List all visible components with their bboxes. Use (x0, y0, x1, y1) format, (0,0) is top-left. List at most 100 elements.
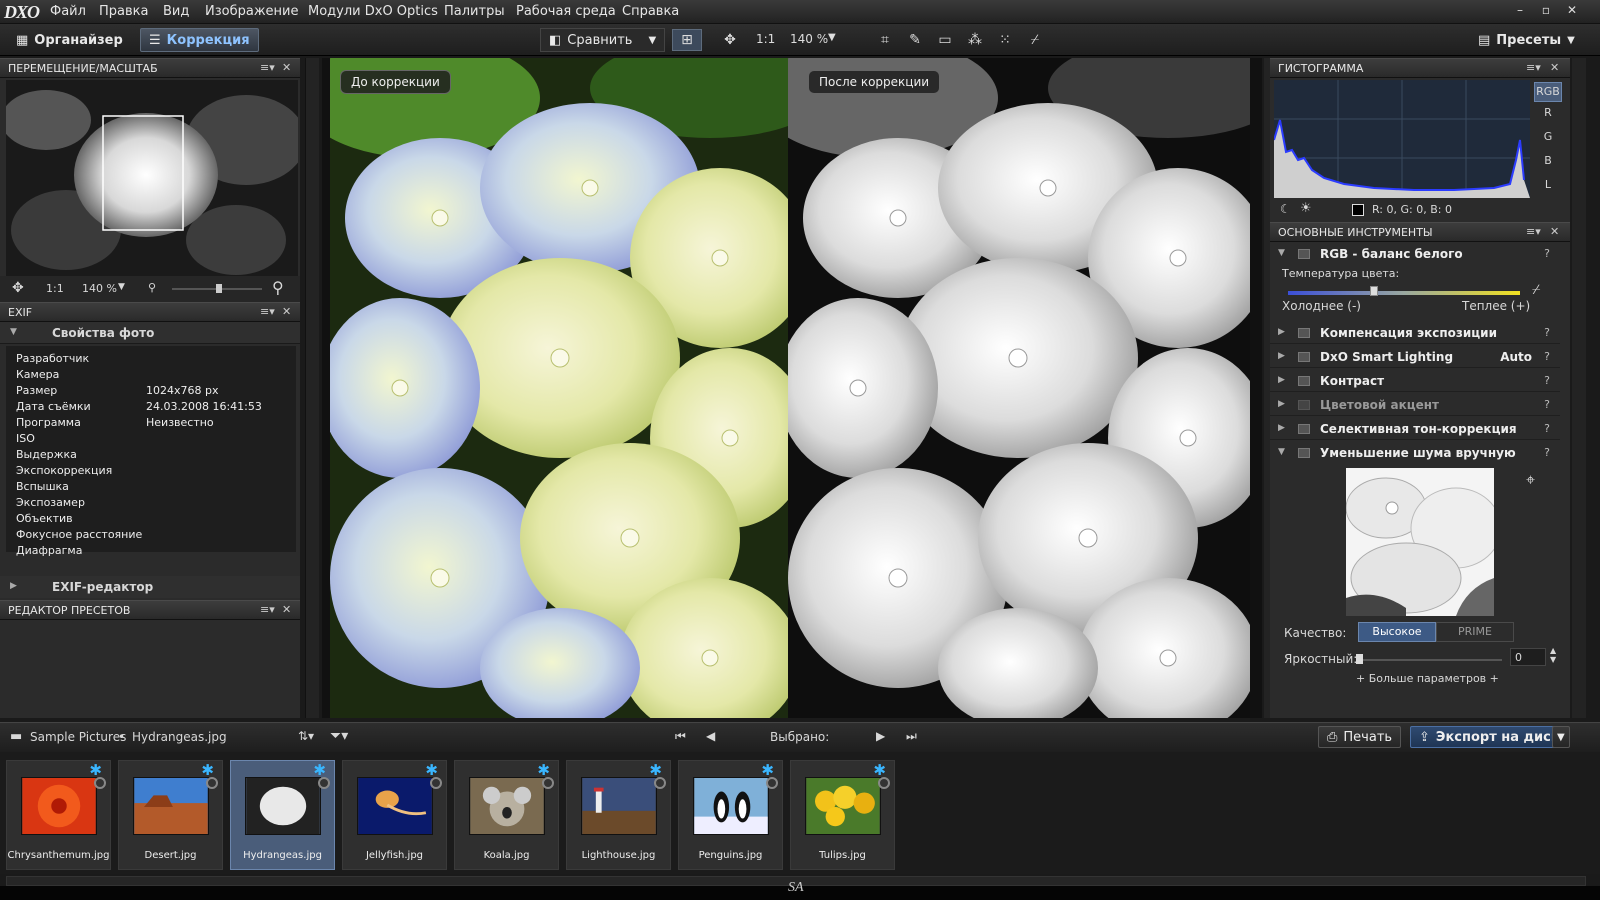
contrast-row[interactable]: ▶ Контраст ? (1270, 370, 1560, 392)
zoom-slider-thumb[interactable] (216, 284, 222, 293)
status-icon[interactable] (206, 777, 218, 789)
print-button[interactable]: ⎙ Печать (1318, 726, 1402, 748)
photo-properties-section[interactable]: ▼ Свойства фото (0, 322, 300, 344)
moon-icon[interactable]: ☾ (1280, 202, 1291, 216)
export-dropdown[interactable]: ▼ (1552, 726, 1570, 748)
close-icon[interactable]: ✕ (282, 603, 291, 616)
thumbnail-item[interactable]: ✱ Lighthouse.jpg (566, 760, 671, 870)
chevron-down-icon[interactable]: ▼ (118, 282, 125, 292)
filter-icon[interactable]: ⏷▾ (330, 728, 348, 744)
eyedropper-icon[interactable]: ⌿ (1532, 282, 1540, 298)
path-folder[interactable]: Sample Pictures (30, 730, 126, 744)
enable-checkbox[interactable] (1298, 376, 1310, 386)
help-icon[interactable]: ? (1544, 374, 1550, 387)
white-balance-row[interactable]: ▼ RGB - баланс белого ? (1270, 243, 1560, 265)
perspective-icon[interactable]: ⁂ (965, 30, 985, 50)
enable-checkbox[interactable] (1298, 424, 1310, 434)
export-button[interactable]: ⇪ Экспорт на диск (1410, 726, 1569, 748)
quality-high-button[interactable]: Высокое (1358, 622, 1436, 642)
selection-icon[interactable]: ⁙ (995, 30, 1015, 50)
menu-workspace[interactable]: Рабочая среда (516, 4, 616, 19)
maximize-button[interactable]: ▫ (1536, 3, 1556, 21)
noise-reduction-row[interactable]: ▼ Уменьшение шума вручную ? (1270, 442, 1560, 464)
status-icon[interactable] (430, 777, 442, 789)
status-icon[interactable] (542, 777, 554, 789)
panel-menu-icon[interactable]: ≡▾ (260, 305, 275, 318)
thumbnail-item[interactable]: ✱ Tulips.jpg (790, 760, 895, 870)
thumbnail-item[interactable]: ✱ Desert.jpg (118, 760, 223, 870)
stepper-icon[interactable]: ▲ ▼ (1550, 646, 1556, 664)
help-icon[interactable]: ? (1544, 247, 1550, 260)
before-image[interactable] (330, 58, 792, 718)
presets-button[interactable]: ▤ Пресеты ▼ (1470, 28, 1583, 52)
status-icon[interactable] (94, 777, 106, 789)
next-icon[interactable]: ▶ (876, 729, 885, 743)
organizer-tab[interactable]: ▦ Органайзер (8, 28, 131, 52)
prev-icon[interactable]: ◀ (706, 729, 715, 743)
status-icon[interactable] (766, 777, 778, 789)
zoom-out-icon[interactable]: ⚲ (148, 281, 156, 294)
close-icon[interactable]: ✕ (1550, 225, 1559, 238)
panel-menu-icon[interactable]: ≡▾ (1526, 225, 1541, 238)
right-panel-scrollbar[interactable] (1572, 58, 1586, 718)
brightness-slider-thumb[interactable] (1356, 654, 1363, 664)
more-parameters-link[interactable]: + Больше параметров + (1356, 672, 1499, 685)
channel-l[interactable]: L (1534, 178, 1562, 191)
thumbnail-item[interactable]: ✱ Chrysanthemum.jpg (6, 760, 111, 870)
help-icon[interactable]: ? (1544, 350, 1550, 363)
selective-tone-row[interactable]: ▶ Селективная тон-коррекция ? (1270, 418, 1560, 440)
brightness-slider[interactable] (1358, 659, 1502, 661)
path-file[interactable]: Hydrangeas.jpg (132, 730, 227, 744)
quality-prime-button[interactable]: PRIME (1436, 622, 1514, 642)
correction-tab[interactable]: ☰ Коррекция (140, 28, 259, 52)
crosshair-icon[interactable]: ⌖ (1526, 470, 1535, 490)
menu-help[interactable]: Справка (622, 4, 679, 19)
menu-palettes[interactable]: Палитры (444, 4, 505, 19)
crop-icon[interactable]: ⌗ (875, 30, 895, 50)
eyedropper-icon[interactable]: ⌿ (1025, 30, 1045, 50)
after-image[interactable] (788, 58, 1250, 718)
help-icon[interactable]: ? (1544, 398, 1550, 411)
help-icon[interactable]: ? (1544, 326, 1550, 339)
eraser-icon[interactable]: ✎ (905, 30, 925, 50)
menu-file[interactable]: Файл (50, 4, 86, 19)
enable-checkbox[interactable] (1298, 400, 1310, 410)
panel-menu-icon[interactable]: ≡▾ (260, 603, 275, 616)
horizon-icon[interactable]: ▭ (935, 30, 955, 50)
menu-view[interactable]: Вид (163, 4, 189, 19)
enable-checkbox[interactable] (1298, 328, 1310, 338)
status-icon[interactable] (878, 777, 890, 789)
enable-checkbox[interactable] (1298, 448, 1310, 458)
sort-icon[interactable]: ⇅▾ (298, 729, 314, 743)
split-view-icon[interactable]: ⊞ (672, 29, 702, 51)
status-icon[interactable] (654, 777, 666, 789)
menu-dxo-modules[interactable]: Модули DxO Optics (308, 4, 438, 19)
move-icon[interactable]: ✥ (720, 30, 740, 50)
channel-rgb[interactable]: RGB (1534, 82, 1562, 102)
help-icon[interactable]: ? (1544, 422, 1550, 435)
close-icon[interactable]: ✕ (282, 61, 291, 74)
noise-preview[interactable] (1346, 468, 1494, 616)
channel-b[interactable]: B (1534, 154, 1562, 167)
zoom-1to1[interactable]: 1:1 (756, 32, 775, 46)
panel-menu-icon[interactable]: ≡▾ (1526, 61, 1541, 74)
sun-icon[interactable]: ☀ (1300, 201, 1312, 216)
zoom-in-icon[interactable]: ⚲ (272, 278, 284, 297)
channel-g[interactable]: G (1534, 130, 1562, 143)
menu-edit[interactable]: Правка (99, 4, 148, 19)
enable-checkbox[interactable] (1298, 352, 1310, 362)
channel-r[interactable]: R (1534, 106, 1562, 119)
thumbnail-item-selected[interactable]: ✱ Hydrangeas.jpg (230, 760, 335, 870)
brightness-value-input[interactable]: 0 (1510, 648, 1546, 666)
temperature-slider[interactable] (1288, 291, 1520, 295)
close-icon[interactable]: ✕ (282, 305, 291, 318)
close-icon[interactable]: ✕ (1550, 61, 1559, 74)
thumbnail-item[interactable]: ✱ Koala.jpg (454, 760, 559, 870)
move-icon[interactable]: ✥ (12, 280, 24, 296)
nav-zoom-1to1[interactable]: 1:1 (46, 282, 64, 295)
minimize-button[interactable]: – (1510, 3, 1530, 21)
panel-menu-icon[interactable]: ≡▾ (260, 61, 275, 74)
status-icon[interactable] (318, 777, 330, 789)
temperature-slider-thumb[interactable] (1369, 286, 1378, 296)
zoom-level[interactable]: 140 % (790, 32, 828, 46)
